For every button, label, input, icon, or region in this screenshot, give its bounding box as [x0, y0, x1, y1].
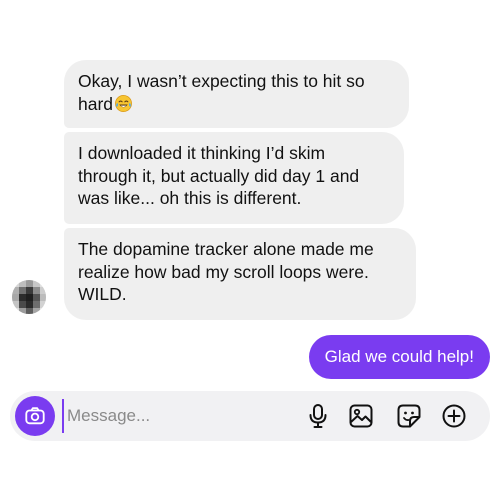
avatar-pixel — [26, 301, 33, 308]
avatar-pixel — [26, 308, 33, 314]
message-text: I downloaded it thinking I’d skim throug… — [78, 143, 360, 208]
avatar-pixel — [40, 308, 46, 314]
incoming-message[interactable]: I downloaded it thinking I’d skim throug… — [64, 132, 404, 224]
camera-button[interactable] — [15, 396, 55, 436]
avatar-pixel — [19, 294, 26, 301]
sender-avatar[interactable] — [12, 280, 46, 314]
avatar-pixel — [33, 301, 40, 308]
avatar-pixel — [12, 287, 19, 294]
add-icon[interactable] — [440, 402, 468, 430]
avatar-pixel — [26, 280, 33, 287]
message-text: Glad we could help! — [324, 347, 474, 366]
incoming-message[interactable]: The dopamine tracker alone made me reali… — [64, 228, 416, 320]
avatar-pixel — [12, 308, 19, 314]
avatar-pixel — [40, 301, 46, 308]
avatar-pixel — [40, 280, 46, 287]
avatar-pixel — [12, 294, 19, 301]
outgoing-message[interactable]: Glad we could help! — [308, 335, 490, 379]
avatar-pixel — [26, 294, 33, 301]
avatar-pixel — [33, 308, 40, 314]
avatar-pixel — [40, 294, 46, 301]
avatar-pixel — [19, 301, 26, 308]
message-composer — [10, 391, 490, 441]
avatar-pixel — [19, 280, 26, 287]
avatar-pixel — [33, 280, 40, 287]
avatar-pixel — [19, 287, 26, 294]
avatar-pixel — [33, 294, 40, 301]
message-text: The dopamine tracker alone made me reali… — [78, 239, 374, 304]
laughing-tears-emoji — [115, 94, 132, 112]
avatar-pixel — [33, 287, 40, 294]
image-icon[interactable] — [347, 402, 375, 430]
avatar-pixel — [12, 301, 19, 308]
avatar-pixel — [12, 280, 19, 287]
mic-icon[interactable] — [304, 402, 332, 430]
camera-icon — [25, 407, 45, 425]
avatar-pixel — [40, 287, 46, 294]
avatar-pixel — [19, 308, 26, 314]
avatar-pixel — [26, 287, 33, 294]
message-input[interactable] — [62, 399, 287, 433]
sticker-icon[interactable] — [395, 402, 423, 430]
incoming-message[interactable]: Okay, I wasn’t expecting this to hit so … — [64, 60, 409, 128]
